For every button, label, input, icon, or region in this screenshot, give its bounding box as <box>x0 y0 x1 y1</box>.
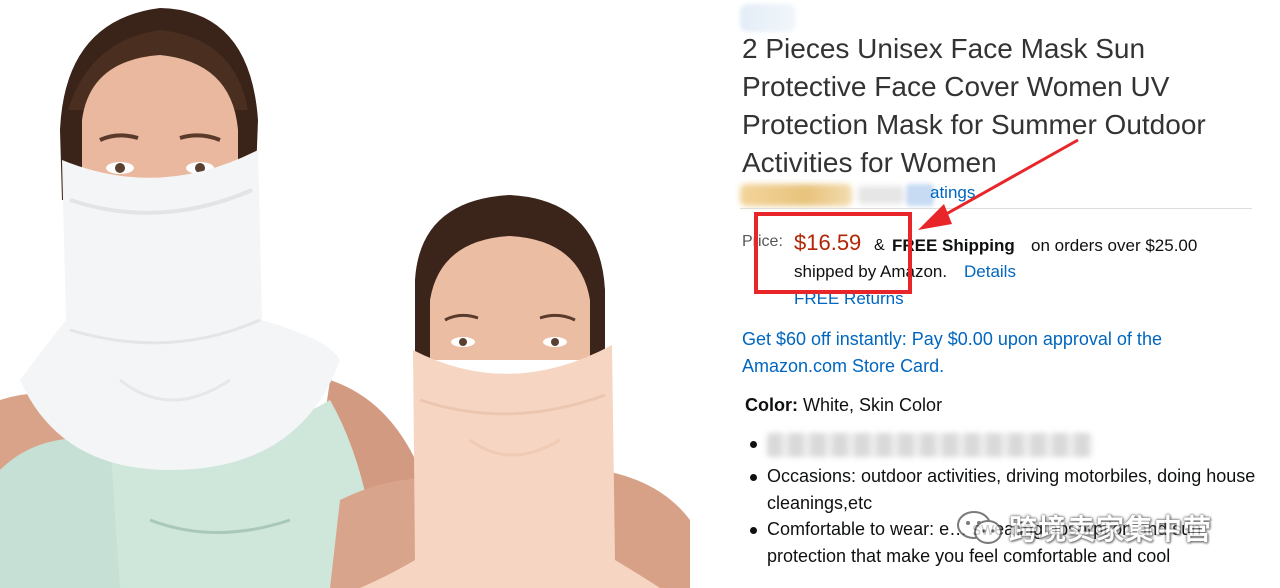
product-title: 2 Pieces Unisex Face Mask Sun Protective… <box>742 33 1206 178</box>
bullet-dot <box>750 441 757 448</box>
product-image[interactable] <box>0 0 690 588</box>
store-card-offer-link[interactable]: Get $60 off instantly: Pay $0.00 upon ap… <box>742 326 1202 380</box>
watermark-text: 跨境卖家集中营 <box>1009 513 1213 546</box>
price-highlight-box <box>754 212 912 294</box>
bullet-text: Occasions: outdoor activities, driving m… <box>767 466 1256 513</box>
product-photo <box>0 8 690 588</box>
blurred-rating-count <box>858 186 904 204</box>
rating-row: atings <box>740 180 1260 210</box>
bullet-dot <box>750 474 757 482</box>
product-details: 2 Pieces Unisex Face Mask Sun Protective… <box>740 0 1270 588</box>
feature-bullets: Occasions: outdoor activities, driving m… <box>750 430 1270 569</box>
blurred-brand <box>740 4 796 32</box>
color-label: Color: <box>745 395 798 415</box>
shipping-details-link[interactable]: Details <box>964 262 1016 282</box>
shipping-condition: on orders over $25.00 <box>1031 236 1198 255</box>
model-skin-mask <box>330 195 690 588</box>
bullet-dot <box>750 527 757 535</box>
blurred-bullet-text <box>767 433 1092 458</box>
color-value: White, Skin Color <box>803 395 943 415</box>
wechat-icon <box>957 511 1002 544</box>
color-row: Color: White, Skin Color <box>745 395 942 416</box>
watermark: 跨境卖家集中营 <box>955 508 1212 548</box>
ratings-link[interactable]: atings <box>930 183 975 203</box>
list-item <box>750 430 1270 458</box>
divider <box>740 208 1252 209</box>
star-rating-icon[interactable] <box>740 184 852 206</box>
